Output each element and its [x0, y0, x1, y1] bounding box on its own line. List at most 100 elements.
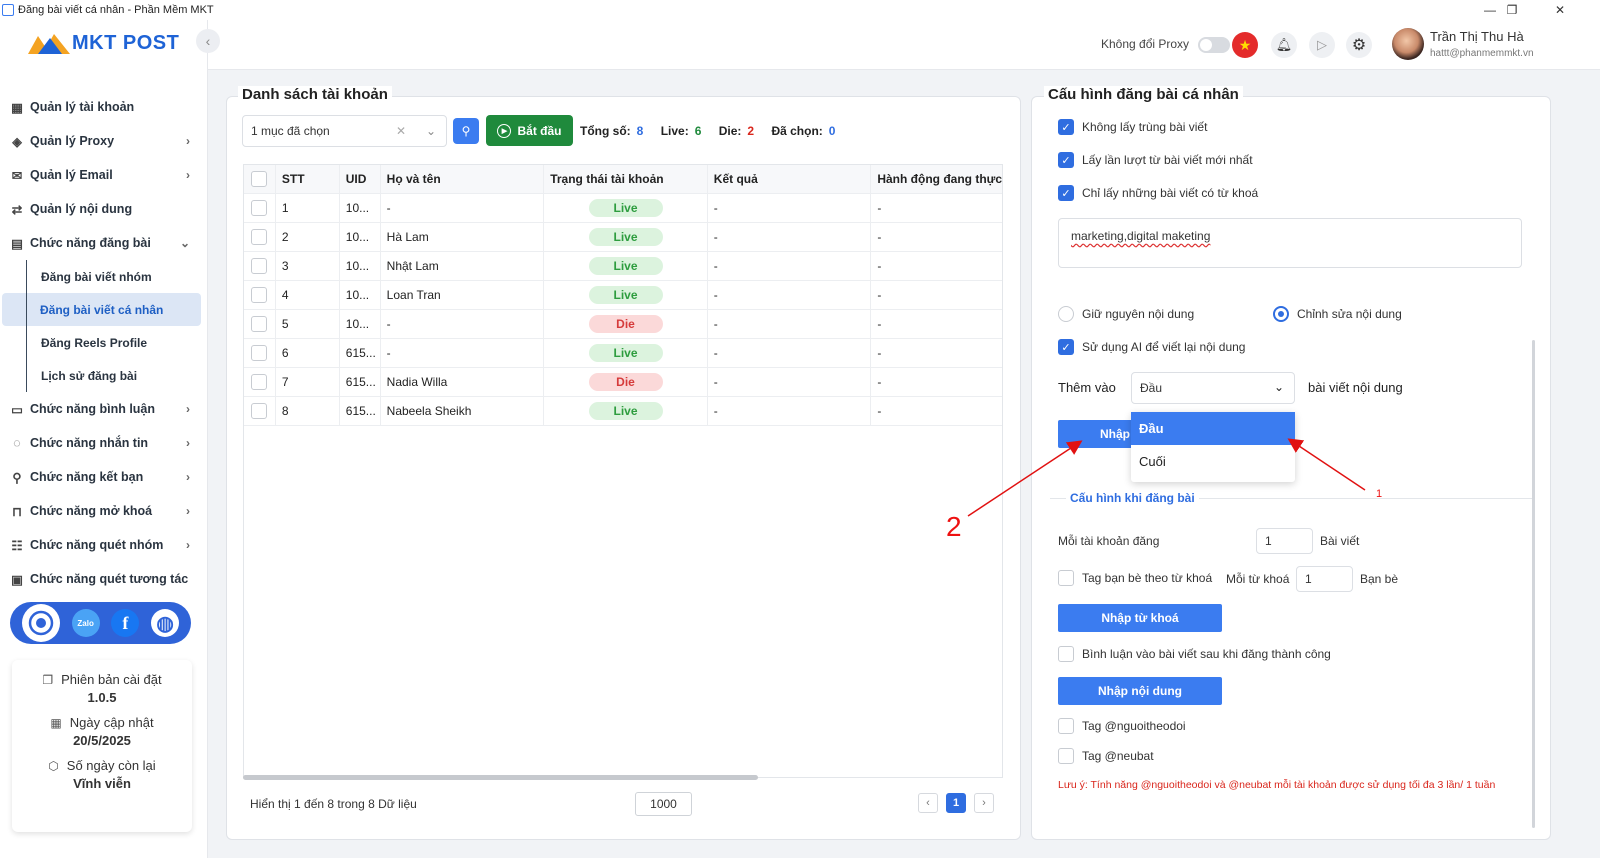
status-badge: Live: [588, 344, 663, 362]
row-checkbox[interactable]: [251, 316, 268, 332]
filter-button[interactable]: ⚲: [453, 118, 479, 144]
gear-icon[interactable]: ⚙: [1346, 32, 1372, 58]
sidebar-item-unlock[interactable]: ⊓ Chức năng mở khoá ›: [0, 494, 208, 528]
checkbox-box: [1058, 646, 1074, 662]
account-select[interactable]: 1 mục đã chọn ✕ ⌄: [242, 115, 447, 147]
start-button[interactable]: ▶ Bắt đầu: [486, 115, 573, 146]
table-row[interactable]: 6 615... - Live - -: [244, 339, 1002, 368]
row-checkbox[interactable]: [251, 258, 268, 274]
select-all-checkbox[interactable]: [251, 171, 268, 187]
import-content-button[interactable]: Nhập nội dung: [1058, 677, 1222, 705]
sidebar-item-label: Chức năng mở khoá: [30, 504, 153, 518]
column-header[interactable]: Trạng thái tài khoản: [544, 165, 708, 193]
row-checkbox[interactable]: [251, 374, 268, 390]
table-row[interactable]: 4 10... Loan Tran Live - -: [244, 281, 1002, 310]
radio-label: Giữ nguyên nội dung: [1082, 307, 1195, 321]
app-icon: [2, 4, 14, 16]
keywords-textarea[interactable]: marketing,digital maketing: [1058, 218, 1522, 268]
next-page-button[interactable]: ›: [974, 793, 994, 813]
tag-neubat-checkbox[interactable]: Tag @neubat: [1058, 748, 1154, 764]
proxy-toggle[interactable]: [1198, 37, 1230, 53]
no-duplicate-checkbox[interactable]: ✓ Không lấy trùng bài viết: [1058, 119, 1207, 135]
sidebar-item-scan-group[interactable]: ☷ Chức năng quét nhóm ›: [0, 528, 208, 562]
zalo-icon[interactable]: Zalo: [71, 609, 100, 637]
table-row[interactable]: 3 10... Nhật Lam Live - -: [244, 252, 1002, 281]
column-header[interactable]: Kết quả: [708, 165, 872, 193]
per-account-input[interactable]: 1: [1256, 528, 1313, 554]
sidebar-item-message[interactable]: ◌ Chức năng nhắn tin ›: [0, 426, 208, 460]
table-row[interactable]: 5 10... - Die - -: [244, 310, 1002, 339]
row-checkbox[interactable]: [251, 345, 268, 361]
collapse-sidebar-button[interactable]: ‹: [196, 29, 220, 53]
column-header[interactable]: UID: [340, 165, 381, 193]
uid-cell: 10...: [340, 310, 381, 338]
table-row[interactable]: 8 615... Nabeela Sheikh Live - -: [244, 397, 1002, 426]
version-row: ❐ Phiên bản cài đặt 1.0.5: [12, 672, 192, 705]
facebook-icon[interactable]: f: [111, 609, 140, 637]
use-ai-checkbox[interactable]: ✓ Sử dụng AI để viết lại nội dung: [1058, 339, 1245, 355]
sidebar-subitem-group-post[interactable]: Đăng bài viết nhóm: [26, 260, 208, 293]
dropdown-option-last[interactable]: Cuối: [1131, 445, 1295, 478]
dropdown-option-first[interactable]: Đầu: [1131, 412, 1295, 445]
column-header[interactable]: STT: [276, 165, 340, 193]
status-badge: Live: [588, 402, 663, 420]
row-checkbox[interactable]: [251, 287, 268, 303]
die-label: Die:: [718, 124, 742, 138]
prev-page-button[interactable]: ‹: [918, 793, 938, 813]
vietnam-flag-icon[interactable]: ★: [1232, 32, 1258, 58]
sidebar-subitem-reels[interactable]: Đăng Reels Profile: [26, 326, 208, 359]
sidebar-item-label: Quản lý Proxy: [30, 134, 115, 148]
keep-content-radio[interactable]: Giữ nguyên nội dung: [1058, 306, 1194, 322]
column-header[interactable]: Họ và tên: [381, 165, 545, 193]
comment-after-checkbox[interactable]: Bình luận vào bài viết sau khi đăng thàn…: [1058, 646, 1331, 662]
checkbox-label: Chỉ lấy những bài viết có từ khoá: [1082, 186, 1259, 200]
sidebar-item-comment[interactable]: ▭ Chức năng bình luận ›: [0, 392, 208, 426]
import-keyword-button[interactable]: Nhập từ khoá: [1058, 604, 1222, 632]
row-checkbox[interactable]: [251, 229, 268, 245]
per-account-label: Mỗi tài khoản đăng: [1058, 534, 1160, 548]
table-row[interactable]: 2 10... Hà Lam Live - -: [244, 223, 1002, 252]
per-keyword-input[interactable]: 1: [1296, 566, 1353, 592]
sidebar-item-accounts[interactable]: ▦ Quản lý tài khoản: [0, 90, 208, 124]
checkmark-icon: ✓: [1058, 339, 1074, 355]
clear-icon[interactable]: ✕: [396, 124, 406, 138]
keyword-only-checkbox[interactable]: ✓ Chỉ lấy những bài viết có từ khoá: [1058, 185, 1258, 201]
sidebar-item-content[interactable]: ⇄ Quản lý nội dung: [0, 192, 208, 226]
edit-content-radio[interactable]: Chỉnh sửa nội dung: [1273, 306, 1402, 322]
play-icon[interactable]: ▷: [1309, 32, 1335, 58]
stt-cell: 2: [276, 223, 340, 251]
bell-icon[interactable]: 🔔︎: [1271, 32, 1297, 58]
page-1-button[interactable]: 1: [946, 793, 966, 813]
page-size-select[interactable]: 1000: [635, 792, 692, 816]
globe-icon[interactable]: ◍: [151, 609, 180, 637]
row-checkbox[interactable]: [251, 200, 268, 216]
vertical-scrollbar[interactable]: [1532, 340, 1535, 828]
checkbox-box: [1058, 748, 1074, 764]
position-dropdown[interactable]: Đầu ⌄: [1131, 372, 1295, 404]
column-header[interactable]: Hành động đang thực h: [871, 165, 1002, 193]
status-cell: Live: [544, 281, 708, 309]
latest-checkbox[interactable]: ✓ Lấy lần lượt từ bài viết mới nhất: [1058, 152, 1253, 168]
checkmark-icon: ✓: [1058, 185, 1074, 201]
sidebar-item-friend[interactable]: ⚲ Chức năng kết bạn ›: [0, 460, 208, 494]
table-row[interactable]: 1 10... - Live - -: [244, 194, 1002, 223]
tag-friends-checkbox[interactable]: Tag bạn bè theo từ khoá: [1058, 570, 1212, 586]
avatar[interactable]: [1392, 28, 1424, 60]
restore-button[interactable]: ❐: [1490, 0, 1534, 20]
horizontal-scrollbar[interactable]: [243, 775, 758, 780]
tag-followers-checkbox[interactable]: Tag @nguoitheodoi: [1058, 718, 1186, 734]
chevron-right-icon: ›: [186, 470, 190, 484]
sidebar-subitem-personal-post[interactable]: Đăng bài viết cá nhân: [2, 293, 201, 326]
result-cell: -: [708, 368, 872, 396]
sidebar-item-proxy[interactable]: ◈ Quản lý Proxy ›: [0, 124, 208, 158]
update-row: ▦ Ngày cập nhật 20/5/2025: [12, 715, 192, 748]
sidebar-item-email[interactable]: ✉ Quản lý Email ›: [0, 158, 208, 192]
table-row[interactable]: 7 615... Nadia Willa Die - -: [244, 368, 1002, 397]
sidebar-subitem-history[interactable]: Lịch sử đăng bài: [26, 359, 208, 392]
keywords-text: marketing,digital maketing: [1071, 229, 1211, 243]
close-button[interactable]: ✕: [1538, 0, 1582, 20]
sidebar-item-scan-interaction[interactable]: ▣ Chức năng quét tương tác: [0, 562, 208, 596]
row-checkbox[interactable]: [251, 403, 268, 419]
sidebar-item-posting[interactable]: ▤ Chức năng đăng bài ⌄: [0, 226, 208, 260]
support-icon[interactable]: [21, 604, 60, 642]
